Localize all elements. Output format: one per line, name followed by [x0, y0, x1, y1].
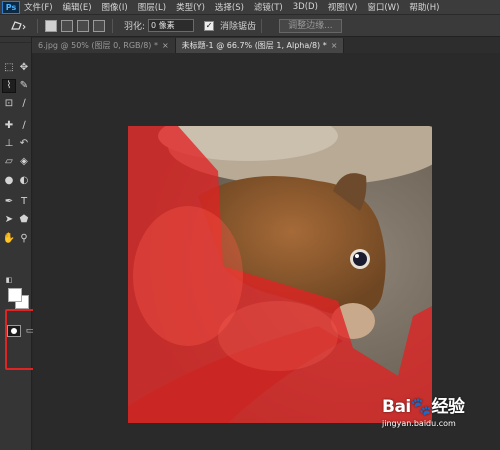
- eyedropper-tool-icon[interactable]: ∕: [17, 97, 31, 111]
- tools-panel: ⬚ ✥ ⌇ ✎ ⊡ ∕ ✚ ∕ ⊥ ↶ ▱ ◈ ● ◐ ✒ T ➤ ⬟ ✋ ⚲ …: [0, 37, 36, 450]
- separator: [112, 18, 113, 33]
- tab-label: 未标题-1 @ 66.7% (图层 1, Alpha/8) *: [181, 41, 327, 50]
- squirrel-photo-with-quick-mask: [128, 126, 432, 423]
- close-icon[interactable]: ×: [331, 41, 338, 50]
- menu-filter[interactable]: 滤镜(T): [254, 1, 283, 13]
- intersect-selection-button[interactable]: [93, 19, 105, 32]
- zoom-tool-icon[interactable]: ⚲: [17, 232, 31, 246]
- crop-tool-icon[interactable]: ⊡: [2, 97, 16, 111]
- pen-tool-icon[interactable]: ✒: [2, 195, 16, 209]
- document-canvas[interactable]: [128, 126, 432, 423]
- feather-label: 羽化:: [124, 22, 146, 32]
- feather-input[interactable]: 0 像素: [148, 19, 195, 32]
- tool-preset-picker[interactable]: [4, 18, 32, 34]
- foreground-color-swatch[interactable]: [8, 288, 22, 302]
- photoshop-logo: Ps: [2, 0, 20, 14]
- tab-label: 6.jpg @ 50% (图层 0, RGB/8) *: [38, 41, 158, 50]
- blur-tool-icon[interactable]: ●: [2, 174, 16, 188]
- panel-grip[interactable]: [0, 37, 31, 43]
- separator: [261, 18, 263, 33]
- menu-file[interactable]: 文件(F): [24, 1, 53, 13]
- annotation-highlight-box: [5, 309, 36, 370]
- quick-selection-tool-icon[interactable]: ✎: [17, 79, 31, 93]
- close-icon[interactable]: ×: [162, 41, 169, 50]
- new-selection-button[interactable]: [45, 19, 57, 32]
- options-bar: 羽化: 0 像素 ✓ 消除锯齿 调整边缘...: [0, 15, 500, 37]
- paint-bucket-tool-icon[interactable]: ◈: [17, 155, 31, 169]
- menu-window[interactable]: 窗口(W): [367, 1, 399, 13]
- move-tool-icon[interactable]: ✥: [17, 61, 31, 75]
- baidu-jingyan-watermark: Bai🐾经验 jingyan.baidu.com: [382, 392, 497, 442]
- antialias-checkbox[interactable]: ✓: [204, 20, 215, 31]
- brush-tool-icon[interactable]: ∕: [17, 119, 31, 133]
- tab-6jpg[interactable]: 6.jpg @ 50% (图层 0, RGB/8) * ×: [32, 38, 176, 53]
- shape-tool-icon[interactable]: ⬟: [17, 213, 31, 227]
- hand-tool-icon[interactable]: ✋: [2, 232, 16, 246]
- antialias-label: 消除锯齿: [220, 22, 257, 32]
- separator: [37, 18, 38, 33]
- tab-untitled-1[interactable]: 未标题-1 @ 66.7% (图层 1, Alpha/8) * ×: [175, 38, 345, 53]
- watermark-brand: Bai: [382, 397, 411, 417]
- polygonal-lasso-icon: [11, 20, 26, 30]
- menu-view[interactable]: 视图(V): [328, 1, 357, 13]
- path-selection-tool-icon[interactable]: ➤: [2, 213, 16, 227]
- polygonal-lasso-tool-icon[interactable]: ⌇: [2, 79, 16, 93]
- subtract-from-selection-button[interactable]: [77, 19, 89, 32]
- menu-bar: Ps 文件(F) 编辑(E) 图像(I) 图层(L) 类型(Y) 选择(S) 滤…: [0, 0, 500, 15]
- clone-stamp-tool-icon[interactable]: ⊥: [2, 137, 16, 151]
- watermark-brand-cn: 经验: [431, 397, 465, 417]
- add-to-selection-button[interactable]: [61, 19, 73, 32]
- watermark-logo: Bai🐾经验: [382, 392, 497, 417]
- type-tool-icon[interactable]: T: [17, 195, 31, 209]
- spot-healing-tool-icon[interactable]: ✚: [2, 119, 16, 133]
- document-tab-bar: 6.jpg @ 50% (图层 0, RGB/8) * × 未标题-1 @ 66.…: [32, 37, 500, 53]
- menu-help[interactable]: 帮助(H): [409, 1, 439, 13]
- watermark-url: jingyan.baidu.com: [382, 419, 456, 428]
- menu-image[interactable]: 图像(I): [102, 1, 128, 13]
- marquee-tool-icon[interactable]: ⬚: [2, 61, 16, 75]
- menu-3d[interactable]: 3D(D): [293, 2, 318, 12]
- refine-edge-button[interactable]: 调整边缘...: [279, 18, 342, 33]
- default-colors-icon[interactable]: ◧: [5, 276, 13, 284]
- menu-type[interactable]: 类型(Y): [176, 1, 205, 13]
- paw-icon: 🐾: [410, 397, 432, 417]
- menu-select[interactable]: 选择(S): [215, 1, 244, 13]
- menu-layer[interactable]: 图层(L): [138, 1, 166, 13]
- history-brush-tool-icon[interactable]: ↶: [17, 137, 31, 151]
- eraser-tool-icon[interactable]: ▱: [2, 155, 16, 169]
- menu-edit[interactable]: 编辑(E): [63, 1, 92, 13]
- dodge-tool-icon[interactable]: ◐: [17, 174, 31, 188]
- document-workspace: [33, 53, 500, 450]
